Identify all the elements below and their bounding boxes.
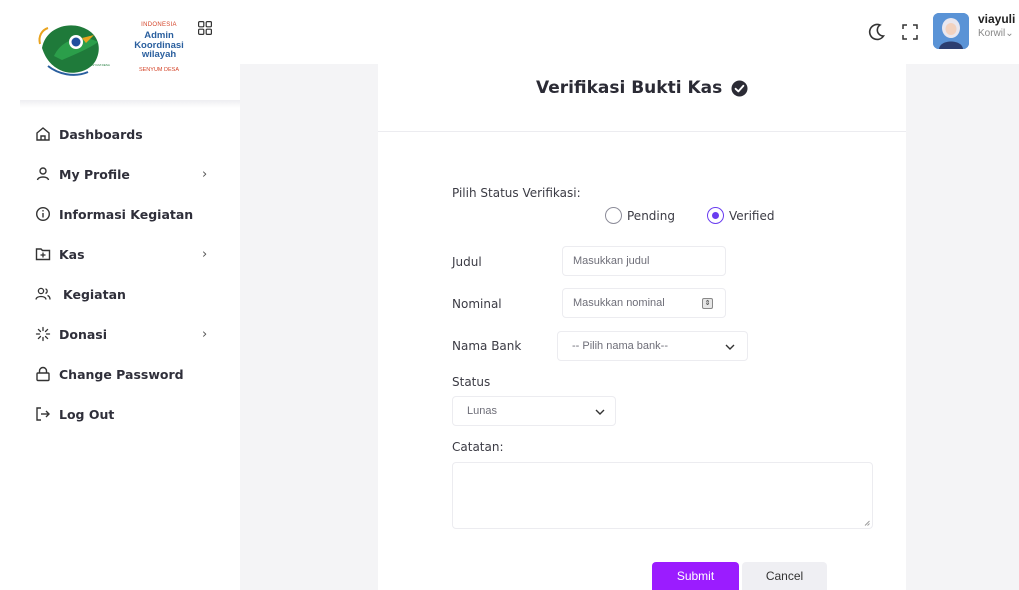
sidebar-item-dashboards[interactable]: Dashboards bbox=[0, 118, 240, 150]
avatar[interactable] bbox=[933, 13, 969, 49]
grid-icon[interactable] bbox=[198, 21, 212, 35]
status-field-label: Status bbox=[452, 375, 491, 389]
sidebar: SENYUM DESA INDONESIA Admin Koordinasi w… bbox=[0, 0, 240, 590]
status-verification-label: Pilih Status Verifikasi: bbox=[452, 186, 581, 200]
judul-placeholder: Masukkan judul bbox=[573, 255, 650, 267]
sidebar-item-informasi-kegiatan[interactable]: Informasi Kegiatan bbox=[0, 198, 240, 230]
svg-text:SENYUM DESA: SENYUM DESA bbox=[88, 63, 110, 67]
logo-text: INDONESIA Admin Koordinasi wilayah SENYU… bbox=[118, 22, 200, 73]
sidebar-item-my-profile[interactable]: My Profile › bbox=[0, 158, 240, 190]
lock-icon bbox=[34, 365, 52, 383]
number-spinner-icon[interactable]: ⇕ bbox=[702, 298, 713, 309]
status-select[interactable]: Lunas bbox=[452, 396, 616, 426]
chevron-down-icon: ⌄ bbox=[1005, 28, 1014, 39]
logo-divider bbox=[20, 100, 240, 108]
sidebar-item-kas[interactable]: Kas › bbox=[0, 238, 240, 270]
logo-line-wilayah: wilayah bbox=[141, 49, 177, 60]
radio-verified-label: Verified bbox=[729, 209, 775, 223]
sidebar-item-label: Informasi Kegiatan bbox=[59, 206, 194, 222]
radio-pending-label: Pending bbox=[627, 209, 675, 223]
user-name[interactable]: viayuli bbox=[978, 12, 1015, 26]
logout-icon bbox=[34, 405, 52, 423]
bank-selected-value: -- Pilih nama bank-- bbox=[572, 340, 668, 352]
resize-handle-icon[interactable] bbox=[864, 520, 870, 526]
chevron-right-icon: › bbox=[202, 166, 208, 182]
info-icon bbox=[34, 205, 52, 223]
sidebar-item-kegiatan[interactable]: Kegiatan bbox=[0, 278, 240, 310]
folder-plus-icon bbox=[34, 245, 52, 263]
check-circle-icon bbox=[731, 80, 748, 97]
sidebar-item-label: Donasi bbox=[59, 326, 108, 342]
radio-pending[interactable] bbox=[605, 207, 622, 224]
catatan-label: Catatan: bbox=[452, 440, 504, 454]
status-selected-value: Lunas bbox=[467, 405, 497, 417]
bank-select[interactable]: -- Pilih nama bank-- bbox=[557, 331, 748, 361]
card-header: Verifikasi Bukti Kas bbox=[378, 64, 906, 132]
sidebar-item-label: Kegiatan bbox=[63, 286, 126, 302]
sidebar-item-label: Dashboards bbox=[59, 126, 143, 142]
fullscreen-icon[interactable] bbox=[900, 22, 920, 42]
submit-button[interactable]: Submit bbox=[652, 562, 739, 590]
top-bar: viayuli Korwil⌄ bbox=[240, 0, 1019, 64]
sidebar-item-label: Log Out bbox=[59, 406, 115, 422]
home-icon bbox=[34, 125, 52, 143]
chevron-down-icon bbox=[725, 344, 735, 350]
user-role: Korwil bbox=[978, 28, 1006, 39]
catatan-textarea[interactable] bbox=[452, 462, 873, 529]
user-icon bbox=[34, 165, 52, 183]
chevron-right-icon: › bbox=[202, 326, 208, 342]
judul-label: Judul bbox=[452, 255, 482, 269]
sidebar-item-label: Kas bbox=[59, 246, 85, 262]
loader-icon bbox=[34, 325, 52, 343]
verification-card: Verifikasi Bukti Kas Pilih Status Verifi… bbox=[378, 64, 906, 590]
nominal-placeholder: Masukkan nominal bbox=[573, 297, 665, 309]
user-role-dropdown[interactable]: Korwil⌄ bbox=[978, 28, 1014, 39]
sidebar-item-change-password[interactable]: Change Password bbox=[0, 358, 240, 390]
users-icon bbox=[34, 285, 52, 303]
nominal-input[interactable]: Masukkan nominal ⇕ bbox=[562, 288, 726, 318]
cancel-button[interactable]: Cancel bbox=[742, 562, 827, 590]
chevron-right-icon: › bbox=[202, 246, 208, 262]
bank-label: Nama Bank bbox=[452, 339, 522, 353]
judul-input[interactable]: Masukkan judul bbox=[562, 246, 726, 276]
sidebar-item-label: Change Password bbox=[59, 366, 184, 382]
sidebar-item-log-out[interactable]: Log Out bbox=[0, 398, 240, 430]
logo[interactable]: SENYUM DESA INDONESIA Admin Koordinasi w… bbox=[32, 8, 212, 88]
moon-icon[interactable] bbox=[867, 22, 887, 42]
sidebar-item-donasi[interactable]: Donasi › bbox=[0, 318, 240, 350]
chevron-down-icon bbox=[595, 409, 605, 415]
logo-tagline: SENYUM DESA bbox=[138, 66, 180, 73]
logo-country: INDONESIA bbox=[141, 22, 177, 28]
radio-verified[interactable] bbox=[707, 207, 724, 224]
nominal-label: Nominal bbox=[452, 297, 502, 311]
page-title: Verifikasi Bukti Kas bbox=[536, 78, 723, 98]
sidebar-item-label: My Profile bbox=[59, 166, 130, 182]
